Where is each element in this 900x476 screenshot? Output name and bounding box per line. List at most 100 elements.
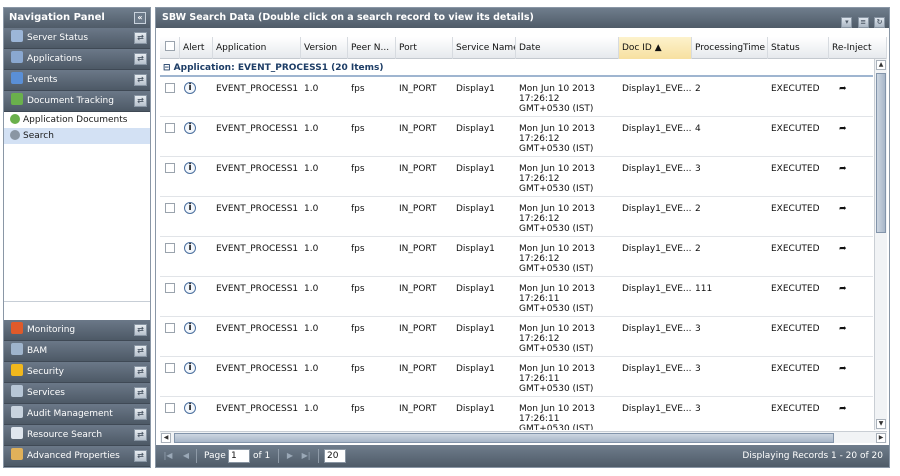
expand-icon[interactable]: ⇄ — [134, 324, 147, 336]
pager-separator — [278, 449, 279, 463]
row-checkbox[interactable] — [165, 323, 175, 333]
horizontal-scrollbar[interactable]: ◀ ▶ — [160, 431, 887, 443]
alert-info-icon[interactable]: i — [184, 162, 196, 174]
reinject-icon[interactable]: ➦ — [839, 363, 847, 375]
horizontal-scroll-thumb[interactable] — [174, 433, 834, 443]
cell-date: Mon Jun 10 2013 17:26:12 GMT+0530 (IST) — [519, 164, 595, 194]
cell-service: Display1 — [456, 84, 495, 94]
column-header-version[interactable]: Version — [301, 37, 348, 59]
row-checkbox[interactable] — [165, 203, 175, 213]
page-number-input[interactable] — [228, 449, 250, 463]
expand-icon[interactable]: ⇄ — [134, 32, 147, 44]
expand-icon[interactable]: ⇄ — [134, 95, 147, 107]
reinject-icon[interactable]: ➦ — [839, 163, 847, 175]
table-row[interactable]: i EVENT_PROCESS1 1.0 fps IN_PORT Display1 Mon … — [160, 77, 873, 117]
alert-info-icon[interactable]: i — [184, 122, 196, 134]
column-header-service[interactable]: Service Name — [453, 37, 516, 59]
page-size-input[interactable] — [324, 449, 346, 463]
alert-info-icon[interactable]: i — [184, 282, 196, 294]
reinject-icon[interactable]: ➦ — [839, 203, 847, 215]
table-row[interactable]: i EVENT_PROCESS1 1.0 fps IN_PORT Display1 Mon … — [160, 197, 873, 237]
column-header-select[interactable] — [160, 37, 180, 59]
reinject-icon[interactable]: ➦ — [839, 403, 847, 415]
vertical-scroll-thumb[interactable] — [876, 73, 886, 233]
nav-item-applications[interactable]: Applications ⇄ — [4, 49, 150, 70]
row-checkbox[interactable] — [165, 403, 175, 413]
column-header-date[interactable]: Date — [516, 37, 619, 59]
nav-item-server-status[interactable]: Server Status ⇄ — [4, 28, 150, 49]
row-checkbox[interactable] — [165, 163, 175, 173]
nav-item-resource-search[interactable]: Resource Search ⇄ — [4, 425, 150, 446]
scroll-right-icon[interactable]: ▶ — [876, 433, 886, 443]
nav-item-label: Audit Management — [27, 409, 113, 419]
reinject-icon[interactable]: ➦ — [839, 283, 847, 295]
row-checkbox[interactable] — [165, 243, 175, 253]
vertical-scrollbar[interactable]: ▲ ▼ — [874, 59, 887, 430]
collapse-nav-icon[interactable]: « — [134, 12, 146, 24]
group-header[interactable]: ⊟ Application: EVENT_PROCESS1 (20 Items) — [160, 59, 873, 77]
expand-icon[interactable]: ⇄ — [134, 366, 147, 378]
select-all-checkbox[interactable] — [165, 41, 175, 51]
refresh-icon[interactable]: ↻ — [874, 17, 885, 28]
nav-item-advanced-properties[interactable]: Advanced Properties ⇄ — [4, 446, 150, 467]
row-checkbox[interactable] — [165, 123, 175, 133]
table-row[interactable]: i EVENT_PROCESS1 1.0 fps IN_PORT Display1 Mon … — [160, 317, 873, 357]
reinject-icon[interactable]: ➦ — [839, 123, 847, 135]
last-page-icon[interactable]: ▶| — [300, 450, 312, 462]
scroll-down-icon[interactable]: ▼ — [876, 419, 886, 429]
nav-item-services[interactable]: Services ⇄ — [4, 383, 150, 404]
column-header-application[interactable]: Application — [213, 37, 301, 59]
expand-icon[interactable]: ⇄ — [134, 387, 147, 399]
alert-info-icon[interactable]: i — [184, 402, 196, 414]
cell-status: EXECUTED — [771, 244, 820, 254]
tree-item-application-documents[interactable]: Application Documents — [4, 112, 150, 128]
alert-info-icon[interactable]: i — [184, 362, 196, 374]
filter-icon[interactable]: ▾ — [841, 17, 853, 28]
column-header-peer[interactable]: Peer N... — [348, 37, 396, 59]
column-header-ptime[interactable]: ProcessingTime — [692, 37, 768, 59]
alert-info-icon[interactable]: i — [184, 82, 196, 94]
nav-item-label: Applications — [27, 54, 82, 64]
column-header-port[interactable]: Port — [396, 37, 453, 59]
table-row[interactable]: i EVENT_PROCESS1 1.0 fps IN_PORT Display1 Mon … — [160, 157, 873, 197]
row-checkbox[interactable] — [165, 83, 175, 93]
nav-item-events[interactable]: Events ⇄ — [4, 70, 150, 91]
column-header-status[interactable]: Status — [768, 37, 829, 59]
table-row[interactable]: i EVENT_PROCESS1 1.0 fps IN_PORT Display1 Mon … — [160, 117, 873, 157]
alert-info-icon[interactable]: i — [184, 322, 196, 334]
scroll-up-icon[interactable]: ▲ — [876, 60, 886, 70]
nav-item-bam[interactable]: BAM ⇄ — [4, 341, 150, 362]
alert-info-icon[interactable]: i — [184, 242, 196, 254]
expand-icon[interactable]: ⇄ — [134, 53, 147, 65]
nav-item-document-tracking[interactable]: Document Tracking ⇄ — [4, 91, 150, 112]
row-checkbox[interactable] — [165, 363, 175, 373]
expand-icon[interactable]: ⇄ — [134, 429, 147, 441]
row-checkbox[interactable] — [165, 283, 175, 293]
next-page-icon[interactable]: ▶ — [284, 450, 296, 462]
table-row[interactable]: i EVENT_PROCESS1 1.0 fps IN_PORT Display1 Mon … — [160, 277, 873, 317]
table-row[interactable]: i EVENT_PROCESS1 1.0 fps IN_PORT Display1 Mon … — [160, 397, 873, 430]
column-header-alert[interactable]: Alert — [180, 37, 213, 59]
reinject-icon[interactable]: ➦ — [839, 83, 847, 95]
reinject-icon[interactable]: ➦ — [839, 243, 847, 255]
first-page-icon[interactable]: |◀ — [162, 450, 174, 462]
tree-item-search[interactable]: Search — [4, 128, 150, 144]
prev-page-icon[interactable]: ◀ — [180, 450, 192, 462]
expand-icon[interactable]: ⇄ — [134, 74, 147, 86]
cell-status: EXECUTED — [771, 404, 820, 414]
reinject-icon[interactable]: ➦ — [839, 323, 847, 335]
nav-item-monitoring[interactable]: Monitoring ⇄ — [4, 320, 150, 341]
alert-info-icon[interactable]: i — [184, 202, 196, 214]
columns-icon[interactable]: ≡ — [857, 17, 869, 28]
cell-date: Mon Jun 10 2013 17:26:12 GMT+0530 (IST) — [519, 324, 595, 354]
expand-icon[interactable]: ⇄ — [134, 408, 147, 420]
nav-item-security[interactable]: Security ⇄ — [4, 362, 150, 383]
expand-icon[interactable]: ⇄ — [134, 450, 147, 462]
column-header-docid[interactable]: Doc ID ▲ — [619, 37, 692, 59]
column-header-reinject[interactable]: Re-Inject — [829, 37, 887, 59]
table-row[interactable]: i EVENT_PROCESS1 1.0 fps IN_PORT Display1 Mon … — [160, 237, 873, 277]
scroll-left-icon[interactable]: ◀ — [161, 433, 171, 443]
expand-icon[interactable]: ⇄ — [134, 345, 147, 357]
table-row[interactable]: i EVENT_PROCESS1 1.0 fps IN_PORT Display1 Mon … — [160, 357, 873, 397]
nav-item-audit-management[interactable]: Audit Management ⇄ — [4, 404, 150, 425]
